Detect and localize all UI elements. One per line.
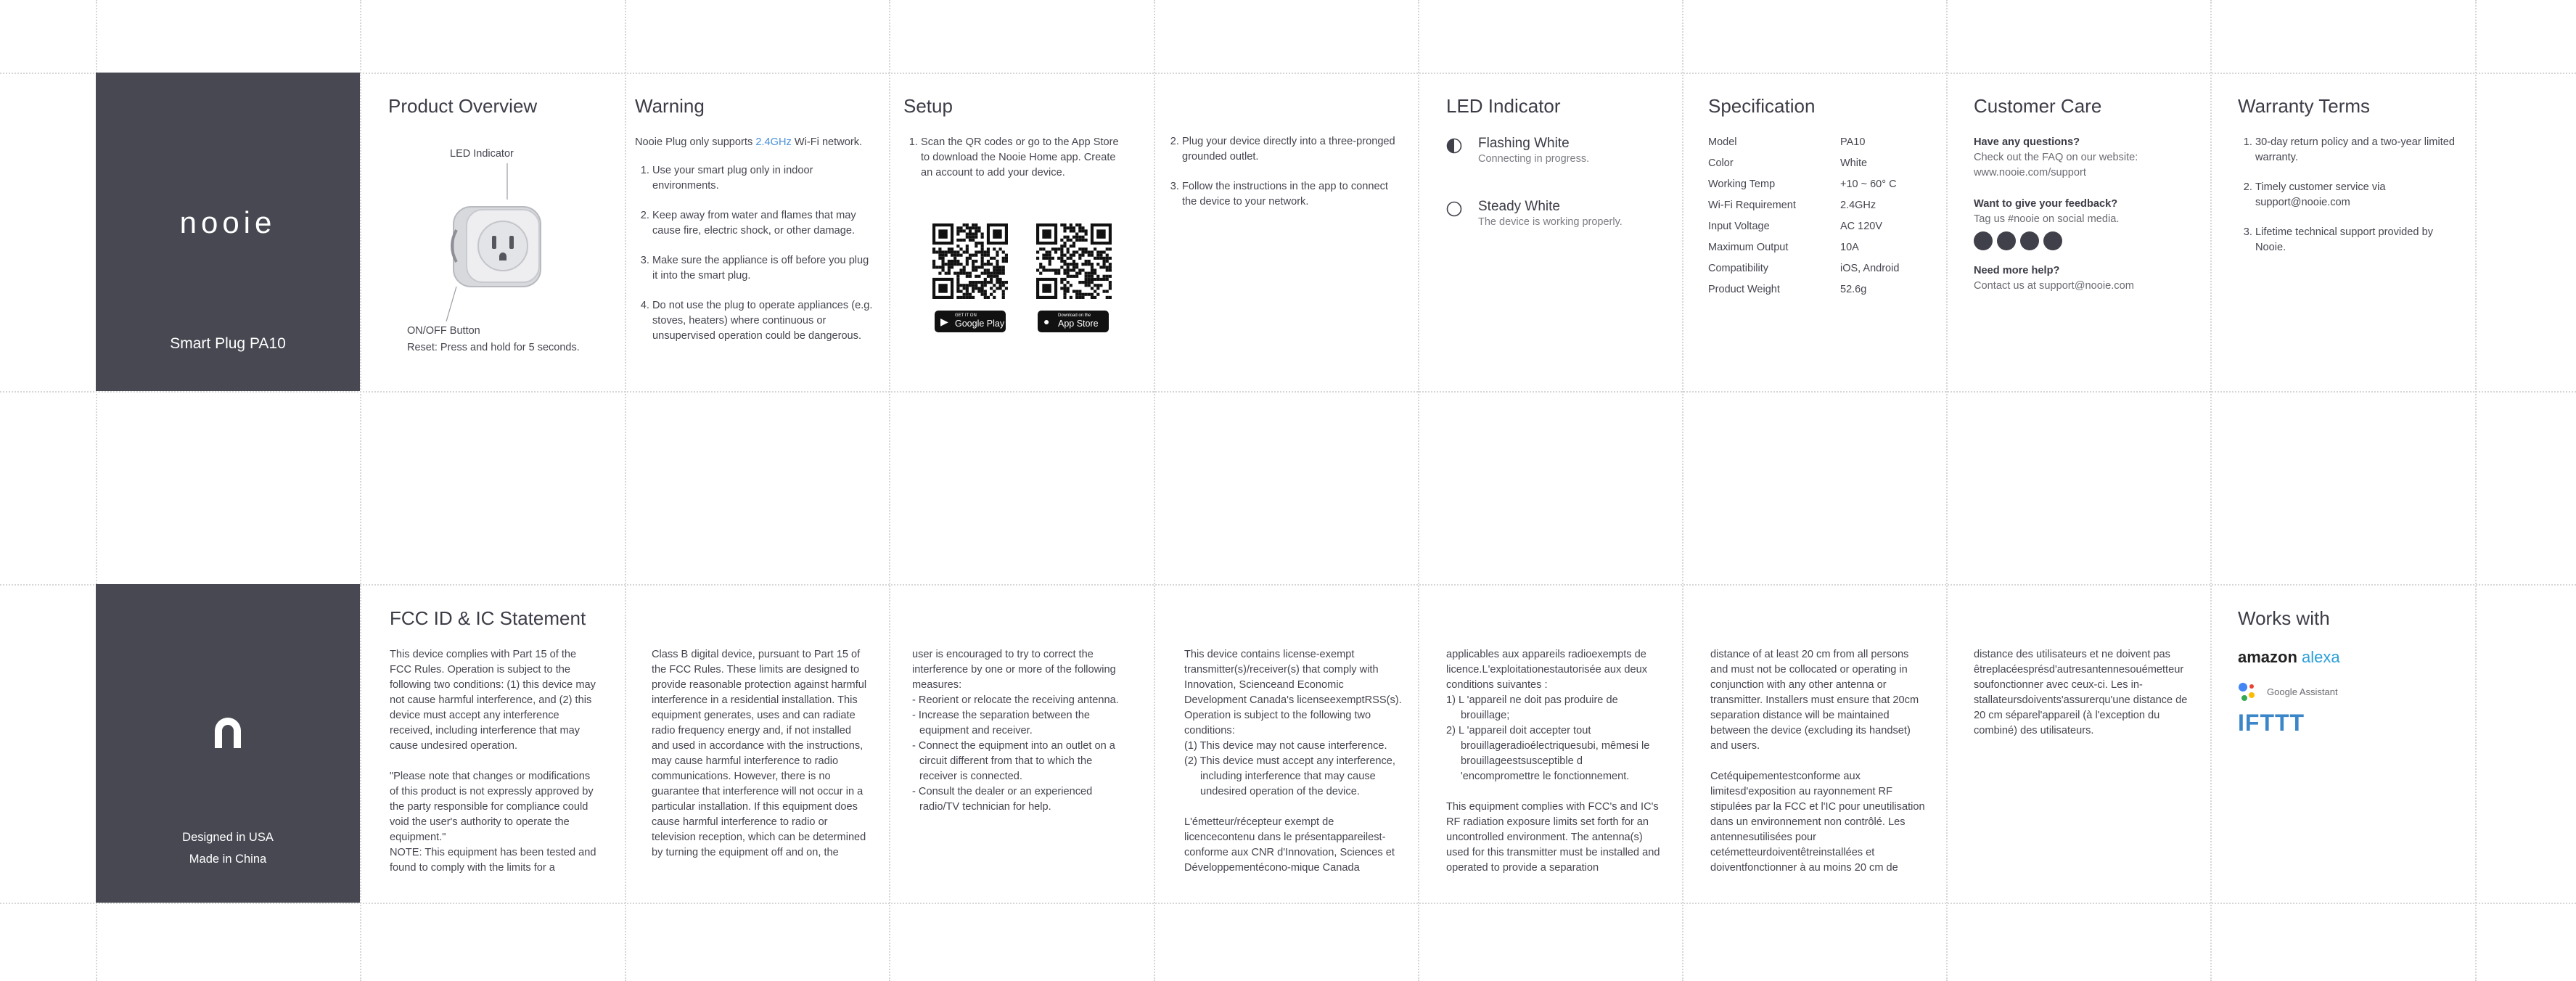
app-store-qr-code (1036, 223, 1112, 299)
setup-panel-continued: Plug your device directly into a three-p… (1165, 134, 1404, 224)
made-in: Made in China (189, 853, 267, 866)
table-row: Maximum Output 10A (1708, 242, 1859, 253)
fcc-title: FCC ID & IC Statement (390, 607, 586, 629)
warning-title: Warning (635, 95, 705, 117)
led-flashing-row: Flashing White Connecting in progress. (1446, 135, 1678, 166)
spec-table: Model PA10 Color White Working Temp +10 ~ 6… (1708, 135, 1899, 303)
led-indicator-title: LED Indicator (1446, 95, 1561, 117)
list-item: Make sure the appliance is off before yo… (652, 253, 874, 284)
apple-icon: ● (1043, 316, 1050, 327)
list-item: 30-day return policy and a two-year limi… (2255, 135, 2456, 165)
setup-title: Setup (903, 95, 953, 117)
fold-line (2475, 0, 2477, 981)
fold-line (1682, 0, 1683, 981)
led-indicator-label: LED Indicator (450, 148, 514, 160)
product-overview-title: Product Overview (388, 95, 538, 117)
led-steady-row: Steady White The device is working prope… (1446, 198, 1678, 229)
customer-care-title: Customer Care (1974, 95, 2102, 117)
product-name: Smart Plug PA10 (170, 335, 286, 352)
nooie-logo: nooie (179, 205, 276, 239)
empty-circle-icon (1446, 201, 1462, 217)
google-play-icon: ▶ (940, 316, 948, 327)
cover-panel-top: nooie Smart Plug PA10 (96, 73, 360, 391)
warranty-list: 30-day return policy and a two-year limi… (2238, 135, 2456, 255)
table-row: Model PA10 (1708, 136, 1866, 148)
specification-title: Specification (1708, 95, 1816, 117)
fold-line (0, 391, 2576, 393)
nooie-n-logo-icon (215, 718, 241, 748)
support-email[interactable]: Contact us at support@nooie.com (1974, 279, 2206, 294)
fcc-column-4: This device contains license-exempt tran… (1184, 649, 1402, 874)
fcc-column-1: FCC ID & IC Statement This device compli… (390, 607, 600, 891)
list-item: Do not use the plug to operate appliance… (652, 298, 874, 344)
fold-line (1418, 0, 1419, 981)
fcc-column-2: Class B digital device, pursuant to Part… (652, 649, 867, 858)
amazon-alexa-logo: amazon alexa (2238, 648, 2340, 666)
list-item: Timely customer service via support@nooi… (2255, 180, 2456, 210)
table-row: Product Weight 52.6g (1708, 284, 1867, 295)
fold-line (2210, 0, 2212, 981)
support-link[interactable]: www.nooie.com/support (1974, 165, 2206, 181)
list-item: Follow the instructions in the app to co… (1182, 179, 1404, 210)
fcc-column-3: user is encouraged to try to correct the… (912, 649, 1119, 813)
facebook-icon[interactable] (1974, 231, 1993, 250)
setup-panel: Setup Scan the QR codes or go to the App… (903, 94, 1128, 348)
customer-care-panel: Customer Care Have any questions? Check … (1974, 94, 2206, 294)
fold-line (1946, 0, 1948, 981)
table-row: Input Voltage AC 120V (1708, 221, 1883, 232)
table-row: Working Temp +10 ~ 60° C (1708, 178, 1897, 190)
wifi-band-highlight: 2.4GHz (755, 136, 792, 148)
designed-in: Designed in USA (182, 831, 274, 844)
fold-line (1154, 0, 1155, 981)
youtube-icon[interactable] (2043, 231, 2062, 250)
ifttt-logo: IFTTT (2238, 710, 2305, 736)
fcc-column-7: distance des utilisateurs et ne doivent … (1974, 649, 2188, 736)
warranty-panel: Warranty Terms 30-day return policy and … (2238, 94, 2456, 270)
half-circle-icon (1446, 138, 1462, 154)
list-item: Use your smart plug only in indoor envir… (652, 163, 874, 194)
fcc-column-6: distance of at least 20 cm from all pers… (1710, 649, 1925, 874)
smart-plug-illustration (446, 163, 541, 322)
table-row: Wi-Fi Requirement 2.4GHz (1708, 200, 1876, 211)
fold-line (0, 73, 2576, 74)
app-store-badge[interactable]: ● Download on the App Store (1038, 311, 1109, 332)
warning-panel: Warning Nooie Plug only supports 2.4GHz … (635, 94, 874, 358)
cover-panel-bottom: Designed in USA Made in China (96, 584, 360, 903)
works-with-panel: Works with amazon alexa Google Assistant… (2238, 607, 2456, 736)
warranty-title: Warranty Terms (2238, 95, 2371, 117)
google-play-badge[interactable]: ▶ GET IT ON Google Play (935, 311, 1006, 332)
social-icons (1974, 231, 2206, 250)
wifi-support-note: Nooie Plug only supports 2.4GHz Wi-Fi ne… (635, 136, 863, 148)
twitter-icon[interactable] (2020, 231, 2039, 250)
list-item: Scan the QR codes or go to the App Store… (921, 135, 1128, 181)
fold-line (889, 0, 890, 981)
instagram-icon[interactable] (1997, 231, 2016, 250)
warning-list: Use your smart plug only in indoor envir… (635, 163, 874, 344)
setup-steps-2: Plug your device directly into a three-p… (1165, 134, 1404, 210)
on-off-button-label: ON/OFF Button (407, 325, 480, 337)
google-play-qr-code (932, 223, 1008, 299)
fold-line (360, 0, 361, 981)
fold-line (0, 584, 2576, 586)
works-with-title: Works with (2238, 607, 2330, 629)
list-item: Plug your device directly into a three-p… (1182, 134, 1404, 165)
list-item: Keep away from water and flames that may… (652, 208, 874, 239)
setup-steps-1: Scan the QR codes or go to the App Store… (903, 135, 1128, 181)
reset-instruction: Reset: Press and hold for 5 seconds. (407, 342, 580, 353)
google-assistant-icon (2239, 683, 2255, 701)
fold-line (0, 903, 2576, 904)
google-assistant-logo: Google Assistant (2238, 681, 2456, 702)
table-row: Color White (1708, 157, 1868, 169)
led-indicator-panel: LED Indicator Flashing White Connecting … (1446, 94, 1678, 261)
table-row: Compatibility iOS, Android (1708, 263, 1900, 274)
list-item: Lifetime technical support provided by N… (2255, 225, 2456, 255)
product-overview-panel: Product Overview LED Indicator ON/OFF Bu… (388, 94, 628, 370)
specification-panel: Specification Model PA10 Color White Worki… (1708, 94, 1940, 303)
fcc-column-5: applicables aux appareils radioexempts d… (1446, 649, 1660, 874)
